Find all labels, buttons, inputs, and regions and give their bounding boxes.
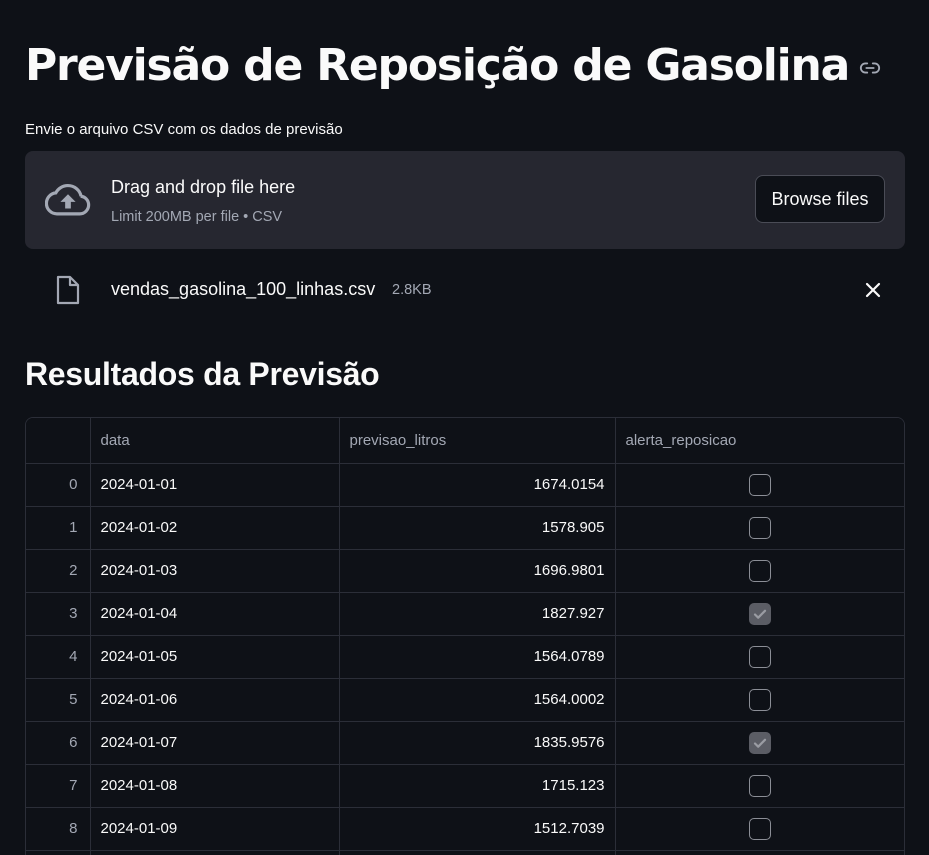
table-row: 8 2024-01-09 1512.7039 xyxy=(26,807,904,851)
file-dropzone[interactable]: Drag and drop file here Limit 200MB per … xyxy=(25,151,905,249)
previsao-litros-cell[interactable]: 1674.0154 xyxy=(339,463,616,507)
check-icon xyxy=(753,738,766,748)
previsao-litros-cell[interactable]: 1564.0002 xyxy=(339,678,616,722)
table-header-row: data previsao_litros alerta_reposicao xyxy=(26,418,904,464)
table-row: 2 2024-01-03 1696.9801 xyxy=(26,549,904,593)
alerta-reposicao-checkbox[interactable] xyxy=(748,731,771,754)
column-header-alerta-reposicao[interactable]: alerta_reposicao xyxy=(615,418,904,464)
cloud-upload-icon xyxy=(44,181,91,219)
close-icon[interactable] xyxy=(863,280,883,300)
results-dataframe[interactable]: data previsao_litros alerta_reposicao 02… xyxy=(25,417,905,855)
previsao-litros-cell[interactable]: 1827.927 xyxy=(339,592,616,636)
alerta-reposicao-checkbox[interactable] xyxy=(748,516,771,539)
data-cell[interactable]: 2024-01-04 xyxy=(90,592,340,636)
data-cell[interactable]: 2024-01-02 xyxy=(90,506,340,550)
data-cell[interactable]: 2024-01-01 xyxy=(90,463,340,507)
alerta-reposicao-cell[interactable] xyxy=(615,506,904,550)
alerta-reposicao-cell[interactable] xyxy=(615,850,904,855)
link-icon[interactable] xyxy=(859,57,881,79)
row-index-cell[interactable]: 1 xyxy=(26,506,91,550)
app-page: Previsão de Reposição de Gasolina Envie … xyxy=(0,0,929,855)
row-index-cell[interactable]: 0 xyxy=(26,463,91,507)
uploaded-file-size: 2.8KB xyxy=(392,282,432,298)
row-index-cell[interactable]: 2 xyxy=(26,549,91,593)
row-index-cell[interactable]: 7 xyxy=(26,764,91,808)
page-title: Previsão de Reposição de Gasolina xyxy=(25,39,850,91)
alerta-reposicao-checkbox[interactable] xyxy=(748,602,771,625)
column-header-index[interactable] xyxy=(26,418,91,464)
previsao-litros-cell[interactable]: 1512.7039 xyxy=(339,807,616,851)
row-index-cell[interactable]: 9 xyxy=(26,850,91,855)
data-cell[interactable]: 2024-01-10 xyxy=(90,850,340,855)
previsao-litros-cell[interactable]: 1696.9801 xyxy=(339,549,616,593)
data-cell[interactable]: 2024-01-03 xyxy=(90,549,340,593)
alerta-reposicao-checkbox[interactable] xyxy=(748,645,771,668)
alerta-reposicao-cell[interactable] xyxy=(615,592,904,636)
browse-files-button[interactable]: Browse files xyxy=(755,175,885,223)
uploaded-file-row: vendas_gasolina_100_linhas.csv 2.8KB xyxy=(25,268,905,312)
alerta-reposicao-checkbox[interactable] xyxy=(748,688,771,711)
alerta-reposicao-checkbox[interactable] xyxy=(748,473,771,496)
results-title: Resultados da Previsão xyxy=(25,356,380,392)
column-header-data[interactable]: data xyxy=(90,418,340,464)
previsao-litros-cell[interactable]: 1715.123 xyxy=(339,764,616,808)
data-cell[interactable]: 2024-01-07 xyxy=(90,721,340,765)
alerta-reposicao-cell[interactable] xyxy=(615,764,904,808)
previsao-litros-cell[interactable]: 1564.0789 xyxy=(339,635,616,679)
table-row: 5 2024-01-06 1564.0002 xyxy=(26,678,904,722)
alerta-reposicao-cell[interactable] xyxy=(615,678,904,722)
file-icon xyxy=(55,275,81,305)
data-cell[interactable]: 2024-01-05 xyxy=(90,635,340,679)
column-header-previsao-litros[interactable]: previsao_litros xyxy=(339,418,616,464)
previsao-litros-cell[interactable]: 1578.905 xyxy=(339,506,616,550)
check-icon xyxy=(753,609,766,619)
alerta-reposicao-cell[interactable] xyxy=(615,549,904,593)
file-uploader-label: Envie o arquivo CSV com os dados de prev… xyxy=(25,121,343,138)
table-row: 7 2024-01-08 1715.123 xyxy=(26,764,904,808)
row-index-cell[interactable]: 6 xyxy=(26,721,91,765)
alerta-reposicao-cell[interactable] xyxy=(615,807,904,851)
data-cell[interactable]: 2024-01-06 xyxy=(90,678,340,722)
table-row: 6 2024-01-07 1835.9576 xyxy=(26,721,904,765)
data-cell[interactable]: 2024-01-09 xyxy=(90,807,340,851)
alerta-reposicao-checkbox[interactable] xyxy=(748,817,771,840)
row-index-cell[interactable]: 4 xyxy=(26,635,91,679)
table-row: 3 2024-01-04 1827.927 xyxy=(26,592,904,636)
data-cell[interactable]: 2024-01-08 xyxy=(90,764,340,808)
previsao-litros-cell[interactable]: 1598.4412 xyxy=(339,850,616,855)
results-table: data previsao_litros alerta_reposicao 02… xyxy=(26,418,904,855)
alerta-reposicao-cell[interactable] xyxy=(615,721,904,765)
uploaded-file-name: vendas_gasolina_100_linhas.csv xyxy=(111,279,376,299)
row-index-cell[interactable]: 5 xyxy=(26,678,91,722)
table-row: 92024-01-101598.4412 xyxy=(26,850,904,855)
row-index-cell[interactable]: 8 xyxy=(26,807,91,851)
dropzone-limit-text: Limit 200MB per file • CSV xyxy=(111,209,283,225)
alerta-reposicao-cell[interactable] xyxy=(615,635,904,679)
table-body: 0 2024-01-01 1674.0154 1 2024-01-02 1578.905 2… xyxy=(26,463,904,855)
row-index-cell[interactable]: 3 xyxy=(26,592,91,636)
alerta-reposicao-cell[interactable] xyxy=(615,463,904,507)
dropzone-instructions: Drag and drop file here xyxy=(111,177,296,197)
table-row: 4 2024-01-05 1564.0789 xyxy=(26,635,904,679)
alerta-reposicao-checkbox[interactable] xyxy=(748,774,771,797)
title-row: Previsão de Reposição de Gasolina xyxy=(25,30,881,100)
table-row: 0 2024-01-01 1674.0154 xyxy=(26,463,904,507)
table-row: 1 2024-01-02 1578.905 xyxy=(26,506,904,550)
alerta-reposicao-checkbox[interactable] xyxy=(748,559,771,582)
previsao-litros-cell[interactable]: 1835.9576 xyxy=(339,721,616,765)
